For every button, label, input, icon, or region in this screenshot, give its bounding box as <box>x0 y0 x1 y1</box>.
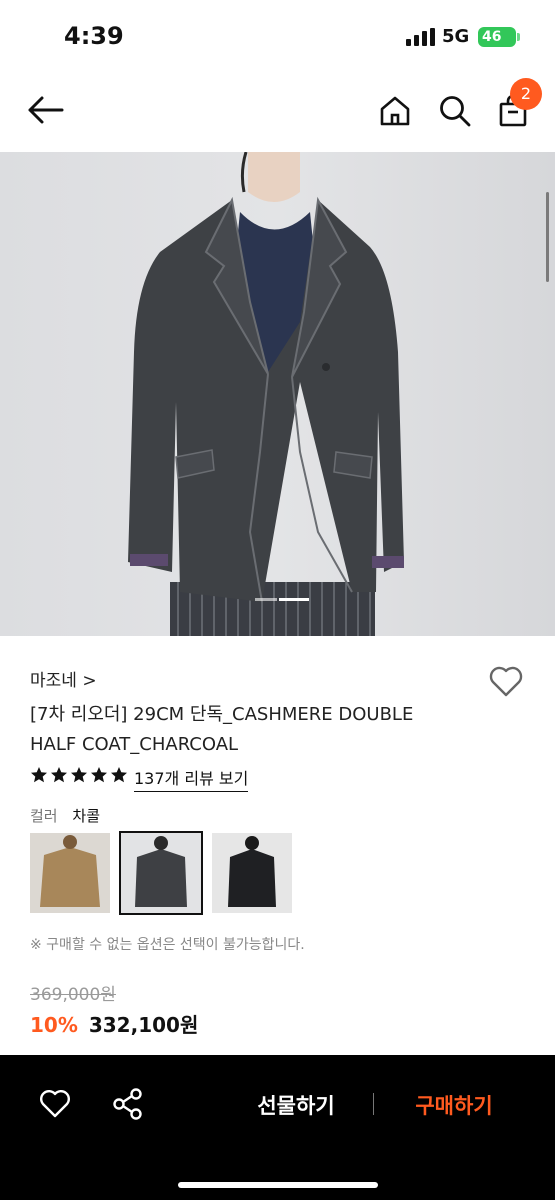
bottom-action-bar: 선물하기 구매하기 <box>0 1055 555 1200</box>
heart-icon[interactable] <box>488 664 524 698</box>
battery-tip <box>517 33 520 41</box>
option-notice: ※ 구매할 수 없는 옵션은 선택이 불가능합니다. <box>30 937 305 953</box>
status-bar: 4:39 5G 46 <box>0 0 555 70</box>
brand-link[interactable]: 마조네 > <box>30 666 97 691</box>
share-icon[interactable] <box>112 1087 144 1121</box>
home-indicator <box>178 1182 378 1188</box>
gift-button[interactable]: 선물하기 <box>240 1087 352 1123</box>
swatch-camel[interactable] <box>30 833 110 913</box>
swatch-charcoal[interactable] <box>119 831 203 915</box>
price-row: 10% 332,100원 <box>30 1009 198 1038</box>
swatch-black[interactable] <box>212 833 292 913</box>
color-value: 차콜 <box>72 807 100 825</box>
buy-button[interactable]: 구매하기 <box>398 1087 510 1123</box>
back-arrow-icon[interactable] <box>26 94 64 126</box>
bottom-divider <box>373 1093 374 1115</box>
color-label: 컬러 <box>30 807 58 825</box>
search-icon[interactable] <box>438 94 472 128</box>
network-label: 5G <box>442 26 470 47</box>
top-nav: 2 <box>0 70 555 152</box>
original-price: 369,000원 <box>30 985 116 1005</box>
product-image[interactable] <box>0 152 555 636</box>
discount-rate: 10% <box>30 1013 78 1037</box>
scroll-indicator <box>546 192 549 282</box>
swatch-black-thumbnail <box>212 833 292 913</box>
swatch-camel-thumbnail <box>30 833 110 913</box>
battery-level: 46 <box>482 29 502 45</box>
sale-price: 332,100원 <box>88 1013 199 1037</box>
swatch-charcoal-thumbnail <box>121 833 201 913</box>
wishlist-heart-icon[interactable] <box>38 1087 72 1119</box>
image-page-indicator <box>255 598 315 602</box>
review-link[interactable]: 137개 리뷰 보기 <box>134 765 249 792</box>
coat-illustration <box>128 152 404 636</box>
product-title: [7차 리오더] 29CM 단독_CASHMERE DOUBLE HALF CO… <box>30 704 414 755</box>
home-icon[interactable] <box>378 94 412 128</box>
color-option-row: 컬러 차콜 <box>30 805 100 826</box>
status-time: 4:39 <box>64 22 124 50</box>
rating-stars-icon <box>31 767 127 783</box>
cart-count-badge: 2 <box>510 78 542 110</box>
signal-icon <box>406 28 436 46</box>
battery-icon: 46 <box>478 27 516 47</box>
